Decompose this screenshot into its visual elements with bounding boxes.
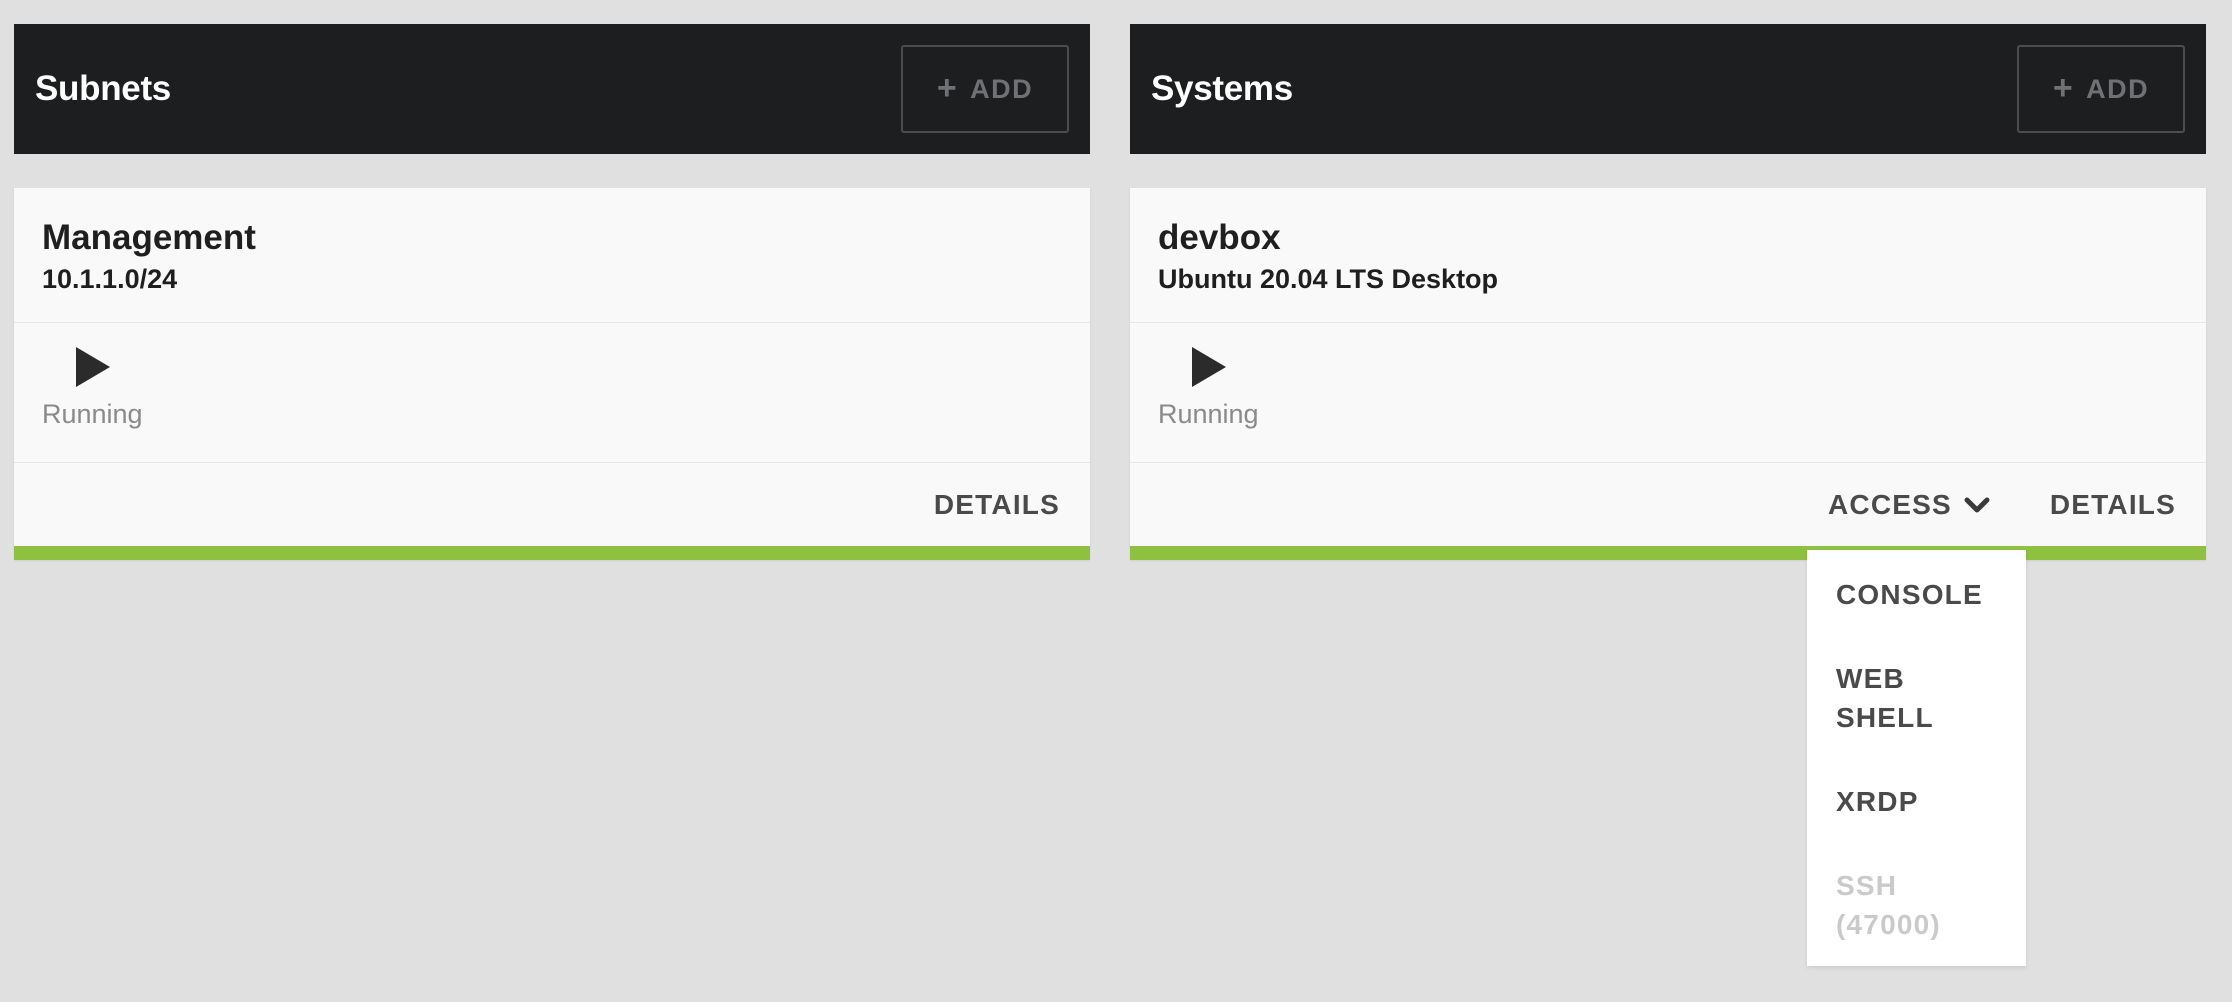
menu-item-console[interactable]: CONSOLE (1807, 575, 2026, 614)
subnet-card-header: Management 10.1.1.0/24 (14, 188, 1090, 323)
system-status-section: Running (1130, 323, 2206, 463)
play-icon[interactable] (1188, 345, 1228, 389)
add-system-label: ADD (2086, 73, 2150, 104)
menu-item-ssh: SSH (47000) (1836, 870, 1941, 940)
systems-panel: Systems + ADD devbox Ubuntu 20.04 LTS De… (1130, 24, 2206, 560)
systems-title: Systems (1151, 69, 1293, 108)
access-dropdown-menu: CONSOLE WEB SHELL XRDP SSH (47000) (1807, 550, 2026, 966)
system-status-text: Running (1158, 399, 1259, 429)
subnets-panel: Subnets + ADD Management 10.1.1.0/24 Run… (14, 24, 1090, 560)
add-subnet-label: ADD (970, 73, 1034, 104)
subnet-card: Management 10.1.1.0/24 Running DETAILS (14, 188, 1090, 560)
add-system-button[interactable]: + ADD (2017, 45, 2185, 133)
subnet-name: Management (42, 218, 256, 257)
access-dropdown-button[interactable]: ACCESS (1828, 489, 1990, 521)
system-name: devbox (1158, 218, 1281, 257)
subnet-details-button[interactable]: DETAILS (934, 489, 1060, 521)
system-details-button[interactable]: DETAILS (2050, 489, 2176, 521)
system-card-actions: ACCESS DETAILS (1130, 463, 2206, 546)
menu-item-web-shell[interactable]: WEB SHELL (1807, 659, 2026, 737)
subnet-status-bar (14, 546, 1090, 560)
plus-icon: + (2052, 68, 2075, 107)
menu-item-xrdp[interactable]: XRDP (1807, 782, 2026, 821)
subnets-title: Subnets (35, 69, 171, 108)
system-card-header: devbox Ubuntu 20.04 LTS Desktop (1130, 188, 2206, 323)
play-icon[interactable] (72, 345, 112, 389)
systems-header: Systems + ADD (1130, 24, 2206, 154)
access-label: ACCESS (1828, 488, 1952, 520)
subnet-status-section: Running (14, 323, 1090, 463)
system-card: devbox Ubuntu 20.04 LTS Desktop Running … (1130, 188, 2206, 560)
add-subnet-button[interactable]: + ADD (901, 45, 1069, 133)
subnet-cidr: 10.1.1.0/24 (42, 264, 178, 295)
system-status-bar (1130, 546, 2206, 560)
subnets-header: Subnets + ADD (14, 24, 1090, 154)
subnet-status-text: Running (42, 399, 143, 429)
plus-icon: + (936, 68, 959, 107)
chevron-down-icon (1964, 497, 1990, 512)
subnet-card-actions: DETAILS (14, 463, 1090, 546)
system-os: Ubuntu 20.04 LTS Desktop (1158, 264, 1499, 295)
